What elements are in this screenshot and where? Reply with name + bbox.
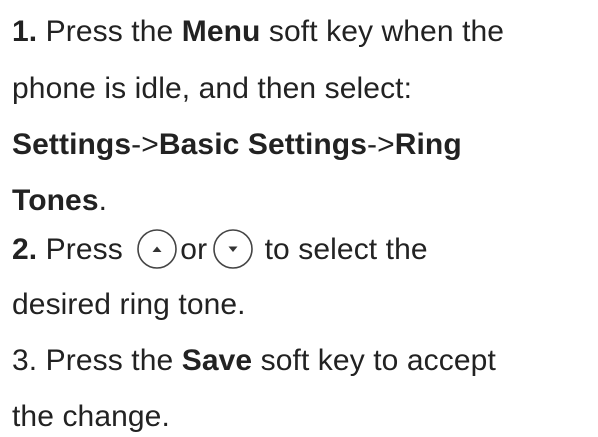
step-3-line-2: the change. bbox=[12, 400, 170, 433]
step-2-line-2: desired ring tone. bbox=[12, 288, 246, 321]
menu-key-label: Menu bbox=[181, 15, 261, 48]
down-arrow-key-icon bbox=[211, 227, 255, 271]
settings-label: Settings bbox=[12, 128, 132, 161]
step-1-text-a: Press the bbox=[37, 15, 182, 48]
step-3-text-a: 3. Press the bbox=[12, 344, 182, 377]
step-1-line-4: Tones. bbox=[12, 181, 107, 221]
step-1-line-2: phone is idle, and then select: bbox=[12, 72, 413, 105]
or-text: or bbox=[180, 232, 208, 266]
step-1-line-3: Settings->Basic Settings->Ring bbox=[12, 125, 462, 165]
step-3-line-1: 3. Press the Save soft key to accept bbox=[12, 341, 496, 381]
path-arrow-1: -> bbox=[131, 128, 159, 161]
tones-label: Tones bbox=[12, 184, 99, 217]
step-3-text-b: soft key to accept bbox=[252, 344, 496, 377]
step-1-period: . bbox=[98, 184, 108, 217]
save-key-label: Save bbox=[181, 344, 253, 377]
step-1-number: 1. bbox=[12, 15, 38, 48]
path-arrow-2: -> bbox=[367, 128, 395, 161]
step-2-text-b: to select the bbox=[256, 232, 428, 266]
step-1-text-b: soft key when the bbox=[260, 15, 505, 48]
ring-label: Ring bbox=[394, 128, 462, 161]
step-1-line-1: 1. Press the Menu soft key when the bbox=[12, 12, 504, 52]
step-2-number: 2. bbox=[12, 232, 38, 266]
up-arrow-key-icon bbox=[135, 227, 179, 271]
step-2-line-1: 2. Press or to select the bbox=[12, 229, 428, 269]
basic-settings-label: Basic Settings bbox=[158, 128, 368, 161]
step-2-text-a: Press bbox=[37, 232, 132, 266]
